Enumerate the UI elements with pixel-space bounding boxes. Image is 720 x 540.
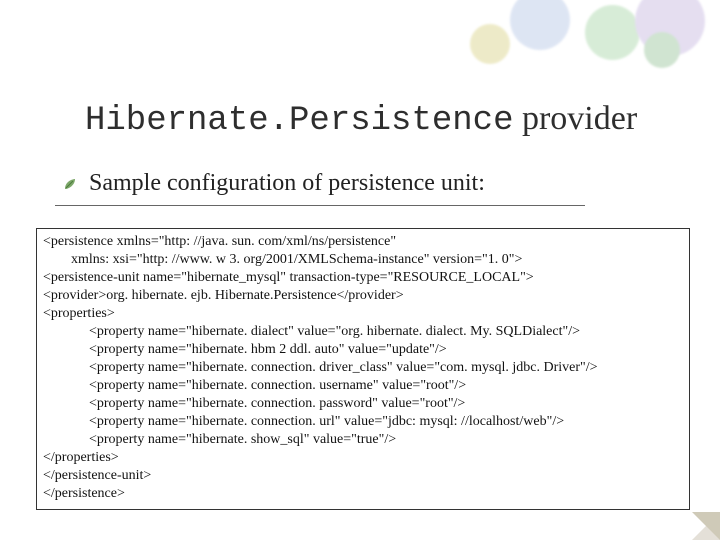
title-block: Hibernate.Persistence provider	[85, 100, 645, 140]
code-line: <property name="hibernate. connection. u…	[43, 377, 683, 395]
code-line: </properties>	[43, 449, 683, 467]
subtitle-underline	[55, 205, 585, 206]
code-line: <property name="hibernate. connection. p…	[43, 395, 683, 413]
code-line: <provider>org. hibernate. ejb. Hibernate…	[43, 287, 683, 305]
code-line: <property name="hibernate. connection. u…	[43, 413, 683, 431]
code-line: </persistence-unit>	[43, 467, 683, 485]
code-box: <persistence xmlns="http: //java. sun. c…	[36, 228, 690, 510]
code-line: <persistence-unit name="hibernate_mysql"…	[43, 269, 683, 287]
subtitle-text: Sample configuration of persistence unit…	[89, 170, 485, 197]
code-line: <properties>	[43, 305, 683, 323]
leaf-icon	[63, 177, 77, 191]
floral-decoration	[420, 0, 720, 80]
subtitle-row: Sample configuration of persistence unit…	[63, 170, 485, 197]
slide: Hibernate.Persistence provider Sample co…	[0, 0, 720, 540]
code-line: </persistence>	[43, 485, 683, 503]
code-line: <property name="hibernate. show_sql" val…	[43, 431, 683, 449]
code-line: <property name="hibernate. connection. d…	[43, 359, 683, 377]
code-line: <property name="hibernate. dialect" valu…	[43, 323, 683, 341]
code-line: xmlns: xsi="http: //www. w 3. org/2001/X…	[43, 251, 683, 269]
code-line: <property name="hibernate. hbm 2 ddl. au…	[43, 341, 683, 359]
code-line: <persistence xmlns="http: //java. sun. c…	[43, 233, 683, 251]
page-title: Hibernate.Persistence provider	[85, 100, 645, 140]
page-corner-fold-icon	[692, 512, 720, 540]
title-mono: Hibernate.Persistence	[85, 102, 513, 140]
title-serif: provider	[513, 100, 637, 137]
